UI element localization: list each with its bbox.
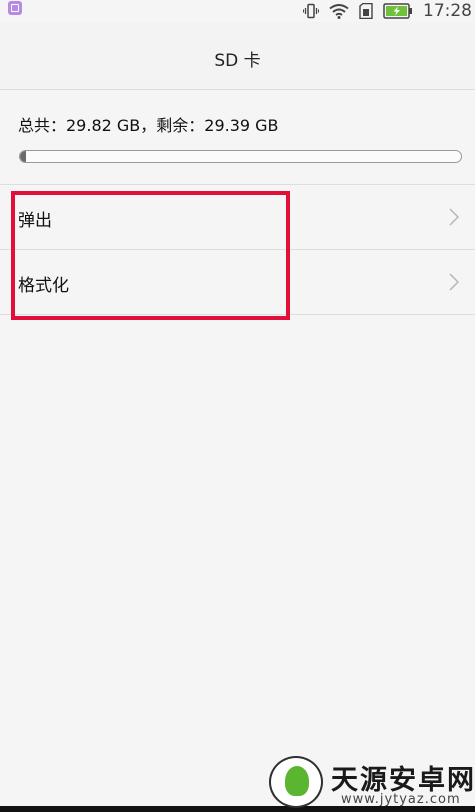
sim-card-icon xyxy=(359,3,373,19)
app-notification-icon xyxy=(8,1,22,15)
page-title: SD 卡 xyxy=(214,51,261,71)
header: SD 卡 xyxy=(0,22,475,90)
highlight-annotation-box xyxy=(11,191,290,320)
vibrate-icon xyxy=(303,3,319,19)
battery-charging-icon xyxy=(383,3,412,19)
status-bar: 17:28 xyxy=(0,0,475,22)
chevron-right-icon xyxy=(449,208,459,226)
clock: 17:28 xyxy=(423,1,472,21)
status-icons: 17:28 xyxy=(303,0,475,22)
storage-summary: 总共：29.82 GB，剩余：29.39 GB xyxy=(18,116,279,135)
storage-usage-bar xyxy=(19,150,462,163)
watermark-url: www.jytyaz.com xyxy=(341,792,461,807)
watermark: 天源安卓网 www.jytyaz.com xyxy=(269,754,474,810)
storage-usage-fill xyxy=(20,151,27,162)
wifi-icon xyxy=(329,4,349,19)
watermark-logo-icon xyxy=(269,756,323,808)
chevron-right-icon xyxy=(449,273,459,291)
